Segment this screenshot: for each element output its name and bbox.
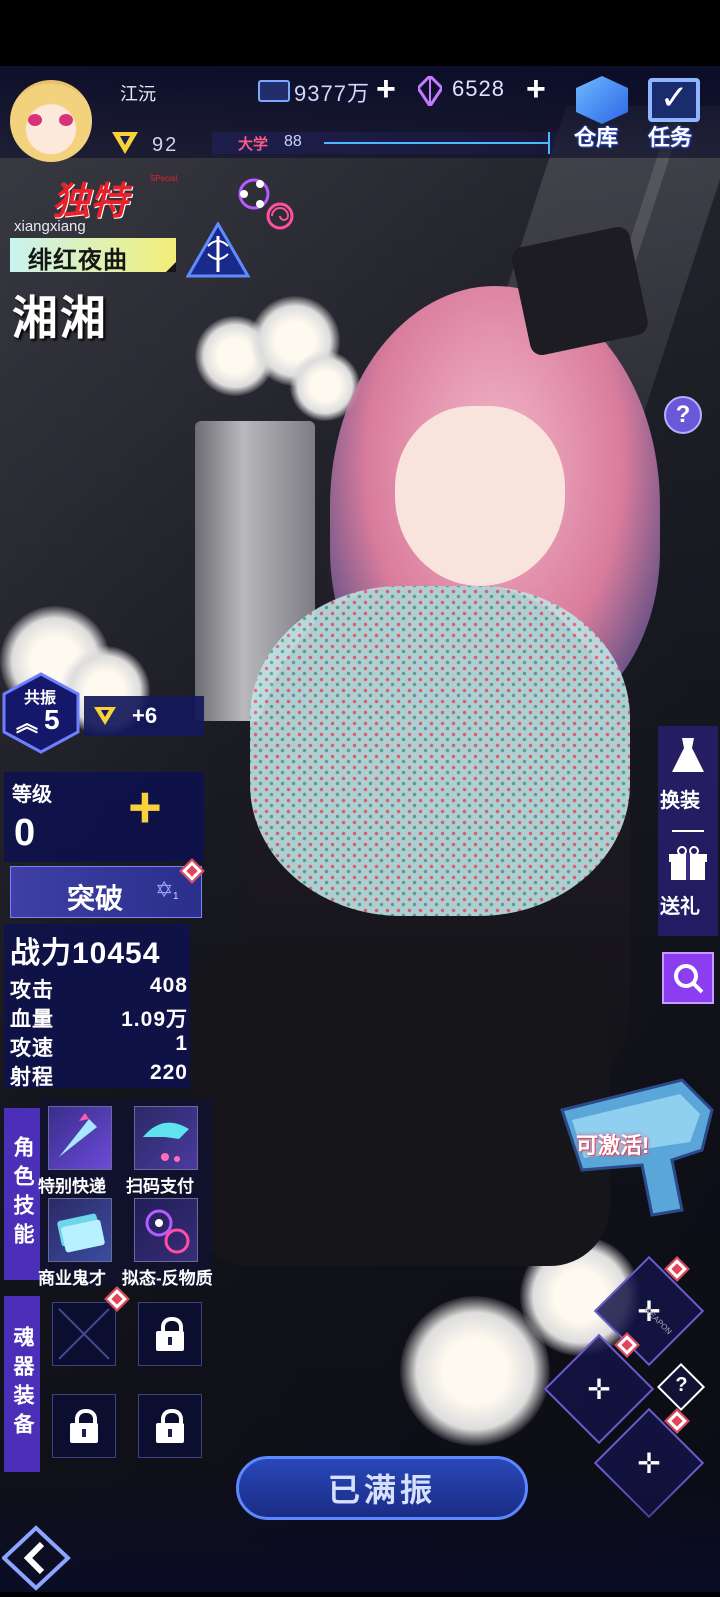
level-up-button[interactable]: +	[128, 778, 162, 838]
skills-section-label: 角色技能	[11, 1136, 34, 1252]
player-name: 江沅	[120, 84, 156, 104]
skill-label: 扫码支付	[126, 1177, 194, 1196]
soul-slot-locked[interactable]	[138, 1394, 202, 1458]
activate-label: 可激活!	[576, 1133, 650, 1158]
skill-label: 特别快递	[38, 1177, 106, 1196]
stat-row-hp: 血量 1.09万	[10, 1003, 188, 1033]
full-resonance-button[interactable]: 已满振	[236, 1456, 528, 1520]
empty-slot-icon	[58, 1308, 110, 1360]
tasks-button[interactable]: ✓ 任务	[648, 72, 708, 150]
stat-label: 攻击	[10, 979, 54, 1002]
tasks-label: 任务	[648, 125, 693, 150]
skill-label: 拟态-反物质	[122, 1269, 213, 1288]
power-label: 战力	[10, 937, 72, 970]
stat-label: 血量	[10, 1008, 54, 1031]
soul-section-label: 魂器装备	[11, 1326, 34, 1442]
soul-slot-empty[interactable]	[52, 1302, 116, 1366]
dress-icon	[672, 738, 704, 772]
gift-icon	[669, 846, 707, 880]
character-id: xiangxiang	[14, 218, 86, 235]
currency-value: 9377万	[294, 81, 370, 106]
help-icon: ?	[675, 401, 691, 428]
class-icon[interactable]	[185, 220, 251, 278]
search-icon	[674, 964, 704, 994]
lock-icon	[156, 1317, 184, 1351]
warehouse-label: 仓库	[574, 125, 619, 150]
stat-row-attack: 攻击 408	[10, 974, 188, 1004]
skills-section-tab: 角色技能	[4, 1108, 40, 1280]
skill-business-genius-icon[interactable]	[48, 1198, 112, 1262]
soul-slot-locked[interactable]	[52, 1394, 116, 1458]
player-avatar[interactable]	[4, 74, 98, 164]
breakthrough-label: 突破	[67, 883, 124, 914]
skill-label: 商业鬼才	[38, 1269, 106, 1288]
level-panel: 等级 0 +	[4, 772, 204, 862]
lock-icon	[70, 1409, 98, 1443]
character-title: 绯红夜曲	[28, 247, 128, 274]
rank-icon	[112, 132, 138, 154]
gem-add-button[interactable]: +	[526, 72, 546, 106]
outfit-button[interactable]: 换装	[658, 736, 718, 826]
stat-row-range: 射程 220	[10, 1061, 188, 1091]
school-value: 88	[284, 133, 302, 150]
stat-label: 射程	[10, 1066, 54, 1089]
school-label: 大学	[238, 136, 269, 153]
stat-value: 408	[149, 974, 188, 997]
rarity-badge: 独特 SPecial	[52, 170, 177, 225]
status-bar	[0, 0, 720, 66]
outfit-label: 换装	[660, 790, 700, 812]
power-row: 战力10454	[10, 928, 160, 972]
help-button[interactable]: ?	[664, 396, 702, 434]
breakthrough-count: 1	[173, 891, 179, 902]
stat-value: 220	[149, 1061, 188, 1084]
weapon-slot-plus-icon: ✛	[587, 1373, 611, 1405]
lock-icon	[156, 1409, 184, 1443]
resonance-chevron-icon: ︽	[16, 711, 39, 736]
character-face	[395, 406, 565, 586]
soul-slot-locked[interactable]	[138, 1302, 202, 1366]
skill-express-delivery-icon[interactable]	[48, 1106, 112, 1170]
gem-icon	[416, 73, 444, 109]
search-button[interactable]	[662, 952, 714, 1004]
gift-button[interactable]: 送礼	[658, 846, 718, 930]
rarity-sub: SPecial	[150, 174, 178, 183]
star-icon: ✡	[155, 877, 174, 902]
rarity-text: 独特	[52, 181, 129, 223]
warehouse-icon	[576, 76, 628, 124]
stat-value: 1.09万	[121, 1008, 188, 1031]
level-value: 0	[14, 812, 36, 854]
warehouse-button[interactable]: 仓库	[572, 72, 632, 150]
resonance-rank: 5	[44, 704, 60, 735]
character-title-bar: 绯红夜曲	[10, 238, 176, 274]
censor-overlay	[250, 586, 630, 916]
skill-antimatter-icon[interactable]	[134, 1198, 198, 1262]
resonance-badge[interactable]: 共振 ︽ 5	[2, 672, 80, 754]
back-button[interactable]	[1, 1524, 72, 1592]
currency-add-button[interactable]: +	[376, 72, 396, 106]
full-resonance-label: 已满振	[327, 1472, 436, 1508]
soul-section-tab: 魂器装备	[4, 1296, 40, 1472]
skill-qr-payment-icon[interactable]	[134, 1106, 198, 1170]
activate-weapon-button[interactable]: 可激活!	[552, 1070, 720, 1220]
character-name: 湘湘	[12, 292, 108, 344]
level-label: 等级	[12, 784, 52, 806]
gem-value: 6528	[452, 76, 505, 101]
rank-icon	[94, 707, 116, 725]
power-value: 10454	[72, 937, 161, 970]
character-legs	[190, 946, 610, 1266]
stat-row-attack-speed: 攻速 1	[10, 1032, 188, 1062]
stat-value: 1	[175, 1032, 188, 1055]
school-bar: 大学 88	[212, 132, 558, 154]
currency-icon	[258, 80, 290, 102]
back-arrow-icon	[1, 1525, 71, 1591]
gift-label: 送礼	[660, 896, 700, 918]
school-progress-line	[324, 142, 550, 144]
player-level: 92	[152, 134, 179, 156]
resonance-bonus-bar: +6	[84, 696, 204, 736]
help-icon: ?	[675, 1373, 688, 1396]
stat-label: 攻速	[10, 1037, 54, 1060]
breakthrough-button[interactable]: 突破 ✡ 1	[10, 866, 202, 918]
resonance-bonus: +6	[132, 703, 158, 728]
